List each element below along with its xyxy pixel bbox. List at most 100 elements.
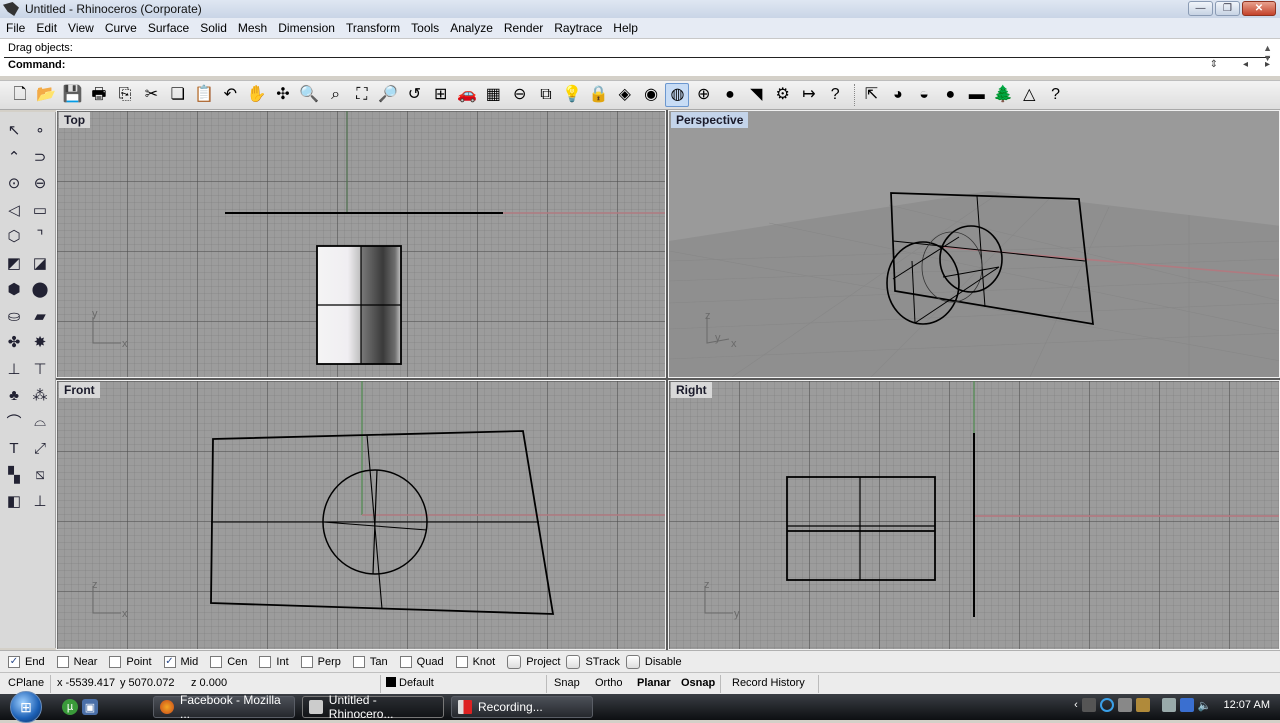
rendered-sphere-button[interactable]: ● (718, 83, 742, 107)
viewport-front[interactable]: Front z x (56, 380, 666, 650)
box-tool[interactable]: ⬢ (2, 277, 26, 301)
osnap-toggle[interactable]: Osnap (681, 677, 715, 689)
spotlight-button[interactable]: △ (1017, 83, 1041, 107)
car-button[interactable]: 🚗 (455, 83, 479, 107)
osnap-checkbox[interactable] (56, 655, 69, 668)
paste-button[interactable]: 📋 (192, 83, 216, 107)
osnap-knot[interactable]: Knot (455, 655, 495, 668)
dimension-button[interactable]: ↦ (797, 83, 821, 107)
menu-file[interactable]: File (6, 21, 25, 35)
edit-points-tool[interactable]: ⌒ (2, 410, 26, 434)
mesh-plane-tool[interactable]: ▰ (28, 304, 52, 328)
osnap-checkbox[interactable] (210, 655, 223, 668)
osnap-checkbox[interactable] (399, 655, 412, 668)
menu-edit[interactable]: Edit (36, 21, 57, 35)
transform-tool[interactable]: ⧅ (28, 463, 52, 487)
render-help-button[interactable]: ? (1044, 83, 1068, 107)
cylinder-tool[interactable]: ⛀ (2, 304, 26, 328)
solid-edit-tool[interactable]: ◧ (2, 489, 26, 513)
arc-tool[interactable]: ◁ (2, 198, 26, 222)
wireframe-button[interactable]: ◍ (665, 83, 690, 107)
taskbar-item-rhino[interactable]: Untitled - Rhinocero... (302, 693, 444, 721)
menu-analyze[interactable]: Analyze (450, 21, 493, 35)
save-button[interactable]: 💾 (61, 83, 85, 107)
tray-volume-icon[interactable]: 🔈 (1198, 699, 1212, 712)
menu-curve[interactable]: Curve (105, 21, 137, 35)
menu-transform[interactable]: Transform (346, 21, 400, 35)
environment-button[interactable]: ▬ (965, 83, 989, 107)
taskbar-item-recording[interactable]: Recording... (451, 696, 593, 718)
circle-tool[interactable]: ⊙ (2, 171, 26, 195)
zoom-selected-button[interactable]: 🔎 (376, 83, 400, 107)
viewport-label-top[interactable]: Top (59, 112, 91, 128)
explode-tool[interactable]: ✸ (28, 330, 52, 354)
render-preview-button[interactable]: ◒ (912, 83, 936, 107)
point-tool[interactable]: ∘ (28, 118, 52, 142)
command-right-arrow[interactable]: ▸ (1265, 59, 1270, 70)
osnap-mid[interactable]: ✓ Mid (163, 655, 198, 668)
ortho-toggle[interactable]: Ortho (595, 677, 623, 689)
menu-view[interactable]: View (68, 21, 94, 35)
cplane-origin-button[interactable]: ⊖ (508, 83, 532, 107)
minimize-button[interactable]: — (1188, 1, 1213, 16)
render-export-button[interactable]: ⇱ (860, 83, 884, 107)
cplane-grid-button[interactable]: ▦ (481, 83, 505, 107)
menu-surface[interactable]: Surface (148, 21, 189, 35)
toggle-button[interactable] (566, 654, 581, 669)
split-tool[interactable]: ⊤ (28, 357, 52, 381)
undo-view-button[interactable]: ↺ (402, 83, 426, 107)
polygon-tool[interactable]: ⬡ (2, 224, 26, 248)
move-tool[interactable]: ⤢ (28, 436, 52, 460)
restore-button[interactable]: ❐ (1215, 1, 1240, 16)
tray-security-icon[interactable] (1135, 698, 1150, 712)
polyline-tool[interactable]: ⌃ (2, 145, 26, 169)
osnap-point[interactable]: Point (109, 655, 152, 668)
osnap-int[interactable]: Int (259, 655, 289, 668)
trim-tool[interactable]: ⊥ (2, 357, 26, 381)
osnap-near[interactable]: Near (56, 655, 97, 668)
taskbar-item-firefox[interactable]: Facebook - Mozilla ... (153, 693, 295, 721)
ellipse-tool[interactable]: ⊖ (28, 171, 52, 195)
command-left-arrow[interactable]: ◂ (1243, 59, 1248, 70)
undo-button[interactable]: ↶ (218, 83, 242, 107)
print-button[interactable]: 🖶 (87, 83, 111, 107)
four-viewports-button[interactable]: ⊞ (429, 83, 453, 107)
osnap-checkbox[interactable] (300, 655, 313, 668)
menu-mesh[interactable]: Mesh (238, 21, 267, 35)
osnap-project-toggle[interactable]: Project (507, 654, 564, 669)
zoom-dynamic-button[interactable]: 🔍 (297, 83, 321, 107)
snap-toggle[interactable]: Snap (554, 677, 580, 689)
osnap-tan[interactable]: Tan (352, 655, 388, 668)
surface-edge-tool[interactable]: ◪ (28, 251, 52, 275)
osnap-strack-toggle[interactable]: STrack (566, 654, 623, 669)
render-save-button[interactable]: ◕ (886, 83, 910, 107)
toggle-button[interactable] (625, 654, 640, 669)
close-button[interactable]: ✕ (1242, 1, 1276, 16)
menu-render[interactable]: Render (504, 21, 543, 35)
surface-corner-tool[interactable]: ◩ (2, 251, 26, 275)
lightbulb-button[interactable]: 💡 (560, 83, 584, 107)
command-input[interactable] (72, 58, 1192, 74)
tray-network-icon[interactable] (1179, 698, 1194, 712)
menu-help[interactable]: Help (613, 21, 638, 35)
osnap-checkbox[interactable]: ✓ (163, 655, 176, 668)
shaded-grid-button[interactable]: ⊕ (692, 83, 716, 107)
boolean-tool[interactable]: ✤ (2, 330, 26, 354)
osnap-disable-toggle[interactable]: Disable (625, 654, 686, 669)
lock-button[interactable]: 🔒 (587, 83, 611, 107)
menu-raytrace[interactable]: Raytrace (554, 21, 602, 35)
sphere-tool[interactable]: ⬤ (28, 277, 52, 301)
planar-toggle[interactable]: Planar (637, 677, 671, 689)
menu-solid[interactable]: Solid (200, 21, 227, 35)
boolean-difference-tool[interactable]: ⁂ (28, 383, 52, 407)
boolean-union-tool[interactable]: ♣ (2, 383, 26, 407)
record-history-toggle[interactable]: Record History (732, 677, 805, 689)
tray-battery-icon[interactable] (1161, 698, 1176, 712)
curve-tool[interactable]: ⊃ (28, 145, 52, 169)
viewport-top[interactable]: Top y x (56, 110, 666, 378)
viewport-label-front[interactable]: Front (59, 382, 100, 398)
rotate-view-button[interactable]: ✣ (271, 83, 295, 107)
triangle-flag-button[interactable]: ◥ (744, 83, 768, 107)
osnap-quad[interactable]: Quad (399, 655, 444, 668)
viewport-perspective[interactable]: Perspective z y x (668, 110, 1280, 378)
